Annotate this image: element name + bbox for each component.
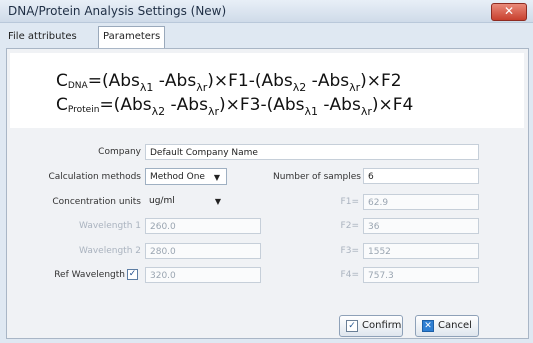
wavelength-2-input[interactable]: 280.0 bbox=[145, 243, 261, 259]
f2-input[interactable]: 36 bbox=[363, 218, 479, 234]
wavelength-2-label: Wavelength 2 bbox=[79, 246, 141, 256]
wavelength-1-label: Wavelength 1 bbox=[79, 221, 141, 231]
formula-protein: CProtein=(Absλ2 -Absλr)×F3-(Absλ1 -Absλr… bbox=[56, 95, 414, 118]
close-button[interactable]: ✕ bbox=[491, 3, 527, 21]
parameters-panel: CDNA=(Absλ1 -Absλr)×F1-(Absλ2 -Absλr)×F2… bbox=[6, 48, 529, 339]
f1-label: F1= bbox=[340, 197, 359, 207]
f3-input[interactable]: 1552 bbox=[363, 243, 479, 259]
wavelength-1-input[interactable]: 260.0 bbox=[145, 218, 261, 234]
chevron-down-icon: ▼ bbox=[213, 173, 220, 182]
chevron-down-icon: ▼ bbox=[214, 197, 221, 206]
f3-label: F3= bbox=[340, 246, 359, 256]
f4-label: F4= bbox=[340, 270, 359, 280]
tab-parameters[interactable]: Parameters bbox=[98, 26, 166, 49]
concentration-units-label: Concentration units bbox=[52, 197, 141, 207]
title-bar: DNA/Protein Analysis Settings (New) ✕ bbox=[0, 0, 533, 23]
formula-dna: CDNA=(Absλ1 -Absλr)×F1-(Absλ2 -Absλr)×F2 bbox=[56, 71, 402, 94]
calculation-methods-select[interactable]: Method One ▼ bbox=[145, 168, 227, 185]
check-icon: ✓ bbox=[346, 320, 358, 332]
f4-input[interactable]: 757.3 bbox=[363, 267, 479, 283]
ref-wavelength-checkbox[interactable]: ✓ bbox=[127, 269, 138, 280]
cancel-icon: ✕ bbox=[422, 320, 434, 332]
formula-display: CDNA=(Absλ1 -Absλr)×F1-(Absλ2 -Absλr)×F2… bbox=[10, 53, 524, 128]
ref-wavelength-input[interactable]: 320.0 bbox=[145, 267, 261, 283]
f2-label: F2= bbox=[340, 221, 359, 231]
number-of-samples-input[interactable]: 6 bbox=[363, 168, 479, 184]
tab-file-attributes[interactable]: File attributes bbox=[4, 28, 81, 46]
close-icon: ✕ bbox=[503, 4, 515, 18]
company-label: Company bbox=[98, 147, 141, 157]
cancel-button[interactable]: ✕ Cancel bbox=[415, 315, 479, 337]
number-of-samples-label: Number of samples bbox=[273, 172, 361, 182]
window-title: DNA/Protein Analysis Settings (New) bbox=[8, 4, 227, 18]
f1-input[interactable]: 62.9 bbox=[363, 194, 479, 210]
confirm-button[interactable]: ✓ Confirm bbox=[339, 315, 403, 337]
company-input[interactable]: Default Company Name bbox=[145, 144, 479, 160]
calculation-methods-label: Calculation methods bbox=[48, 172, 141, 182]
ref-wavelength-label: Ref Wavelength bbox=[54, 270, 125, 280]
concentration-units-select[interactable]: ug/ml ▼ bbox=[145, 193, 227, 210]
